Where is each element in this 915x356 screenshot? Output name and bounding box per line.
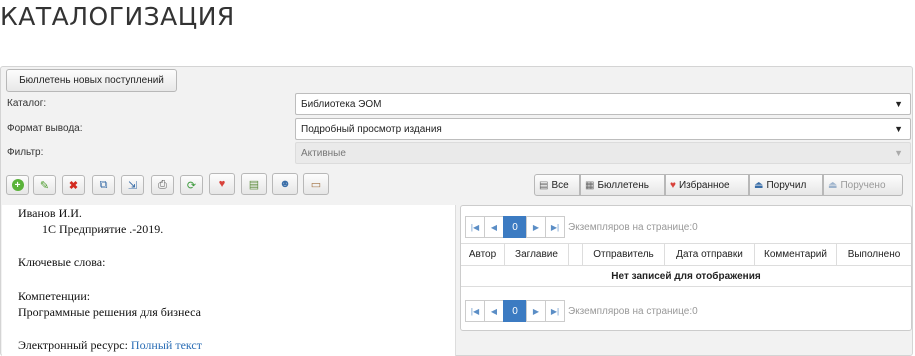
pager-info: Экземпляров на странице:0 <box>568 305 698 317</box>
assign-user-button[interactable]: ☻ <box>272 173 298 195</box>
view-bulletin-button[interactable]: ▦ Бюллетень <box>580 174 665 196</box>
tray-icon: ▭ <box>310 178 322 191</box>
next-page-button[interactable]: ▶ <box>526 300 546 322</box>
edit-button[interactable]: ✎ <box>33 175 56 195</box>
delete-icon: ✖ <box>68 179 79 192</box>
competencies-value: Программные решения для бизнеса <box>18 305 201 319</box>
copy-icon: ⧉ <box>99 178 108 191</box>
tray-button[interactable]: ▭ <box>303 173 329 195</box>
copy-button[interactable]: ⧉ <box>92 175 115 195</box>
filter-select-value: Активные <box>301 147 346 159</box>
prev-page-icon: ◀ <box>490 306 498 316</box>
output-format-select-value: Подробный просмотр издания <box>301 123 442 135</box>
column-header[interactable]: Выполнено <box>837 244 911 265</box>
refresh-button[interactable]: ⟳ <box>180 175 203 195</box>
next-page-icon: ▶ <box>532 306 540 316</box>
add-button[interactable]: + <box>6 175 29 195</box>
record-author: Иванов И.И. <box>18 206 82 220</box>
inbox-icon: ⏏ <box>828 179 838 191</box>
heart-icon: ♥ <box>670 179 676 191</box>
last-page-icon: ▶| <box>550 306 560 316</box>
first-page-button[interactable]: |◀ <box>465 300 485 322</box>
competencies-label: Компетенции: <box>18 289 91 303</box>
first-page-button[interactable]: |◀ <box>465 216 485 238</box>
new-arrivals-bulletin-button[interactable]: Бюллетень новых поступлений <box>6 69 177 92</box>
add-icon: + <box>11 179 24 191</box>
first-page-icon: |◀ <box>470 306 480 316</box>
filter-label: Фильтр: <box>7 147 44 158</box>
chevron-down-icon: ▼ <box>894 148 903 158</box>
output-format-select[interactable]: Подробный просмотр издания ▼ <box>295 118 911 140</box>
keywords-label: Ключевые слова: <box>18 255 106 269</box>
copies-grid: |◀ ◀ 0 ▶ ▶| Экземпляров на странице:0 Ав… <box>460 205 912 331</box>
edit-icon: ✎ <box>39 179 50 192</box>
chevron-down-icon: ▼ <box>894 99 903 109</box>
last-page-button[interactable]: ▶| <box>545 216 565 238</box>
prev-page-button[interactable]: ◀ <box>484 300 504 322</box>
current-page[interactable]: 0 <box>503 216 527 238</box>
prev-page-button[interactable]: ◀ <box>484 216 504 238</box>
record-title: 1С Предприятие .-2019. <box>42 222 164 236</box>
refresh-icon: ⟳ <box>186 179 197 192</box>
output-format-label: Формат вывода: <box>7 123 83 134</box>
first-page-icon: |◀ <box>470 222 480 232</box>
grid-header: Автор Заглавие Отправитель Дата отправки… <box>461 243 911 266</box>
prev-page-icon: ◀ <box>490 222 498 232</box>
list-icon: ▦ <box>585 179 595 191</box>
electronic-resource-label: Электронный ресурс: <box>18 338 128 352</box>
column-header[interactable]: Заглавие <box>505 244 569 265</box>
favorite-icon: ♥ <box>218 178 226 190</box>
attach-icon: ▤ <box>248 178 260 191</box>
empty-message: Нет записей для отображения <box>461 267 911 287</box>
attach-button[interactable]: ▤ <box>241 173 267 195</box>
catalog-select[interactable]: Библиотека ЭОМ ▼ <box>295 93 911 115</box>
catalog-panel: Бюллетень новых поступлений Каталог: Биб… <box>0 66 913 356</box>
record-description: Иванов И.И. 1С Предприятие .-2019. Ключе… <box>2 205 456 356</box>
export-button[interactable]: ⇲ <box>121 175 144 195</box>
filter-select: Активные ▼ <box>295 142 911 164</box>
electronic-resource-row: Электронный ресурс: Полный текст <box>18 338 202 353</box>
column-header[interactable]: Автор <box>461 244 505 265</box>
bottom-pager: |◀ ◀ 0 ▶ ▶| Экземпляров на странице:0 <box>465 298 905 324</box>
next-page-button[interactable]: ▶ <box>526 216 546 238</box>
column-header[interactable]: Комментарий <box>755 244 837 265</box>
page-title: КАТАЛОГИЗАЦИЯ <box>0 2 235 31</box>
document-icon: ▤ <box>539 179 549 191</box>
print-button[interactable]: ⎙ <box>151 175 174 195</box>
catalog-label: Каталог: <box>7 98 47 109</box>
view-received-button: ⏏ Поручено <box>823 174 903 196</box>
full-text-link[interactable]: Полный текст <box>131 338 202 352</box>
outbox-icon: ⏏ <box>754 179 764 191</box>
view-assigned-button[interactable]: ⏏ Поручил <box>749 174 823 196</box>
print-icon: ⎙ <box>158 178 167 191</box>
favorite-button[interactable]: ♥ <box>209 173 235 195</box>
column-header[interactable] <box>569 244 583 265</box>
last-page-icon: ▶| <box>550 222 560 232</box>
top-pager: |◀ ◀ 0 ▶ ▶| Экземпляров на странице:0 <box>465 214 905 240</box>
view-favorites-button[interactable]: ♥ Избранное <box>665 174 749 196</box>
catalog-select-value: Библиотека ЭОМ <box>301 98 382 110</box>
view-all-button[interactable]: ▤ Все <box>534 174 580 196</box>
chevron-down-icon: ▼ <box>894 124 903 134</box>
current-page[interactable]: 0 <box>503 300 527 322</box>
pager-info: Экземпляров на странице:0 <box>568 221 698 233</box>
next-page-icon: ▶ <box>532 222 540 232</box>
column-header[interactable]: Дата отправки <box>665 244 755 265</box>
user-icon: ☻ <box>279 178 291 190</box>
last-page-button[interactable]: ▶| <box>545 300 565 322</box>
export-icon: ⇲ <box>127 179 138 192</box>
delete-button[interactable]: ✖ <box>62 175 85 195</box>
column-header[interactable]: Отправитель <box>583 244 665 265</box>
